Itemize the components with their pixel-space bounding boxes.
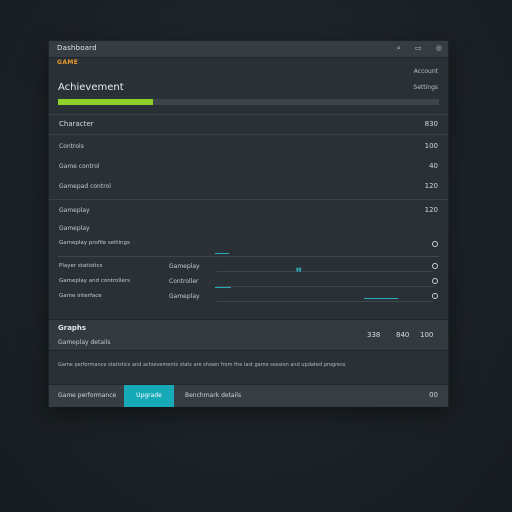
row-label-controls: Controls	[59, 143, 84, 150]
setting-mid-gameplay-2: Gameplay	[169, 293, 200, 300]
divider	[58, 256, 439, 257]
divider	[49, 114, 448, 115]
setting-label-game-interface: Game interface	[59, 293, 102, 299]
brand-label: GAME	[57, 59, 79, 66]
divider	[49, 199, 448, 200]
upgrade-button[interactable]: Upgrade	[124, 385, 174, 407]
slider-marker[interactable]: ▮▮	[296, 267, 302, 273]
window-title: Dashboard	[57, 44, 97, 52]
footnote-text: Game performance statistics and achievem…	[58, 362, 346, 368]
slider-fill	[215, 287, 231, 288]
progress-fill	[58, 99, 154, 105]
summary-bar: Graphs Gameplay details 338 840 100	[49, 319, 448, 351]
bottom-value: 00	[429, 391, 438, 399]
setting-label-gameplay-controllers: Gameplay and controllers	[59, 278, 130, 284]
settings-link[interactable]: Settings	[413, 84, 438, 91]
achievement-progress-bar	[58, 99, 439, 105]
group-profile-label: Gameplay profile settings	[59, 240, 130, 246]
row-label-game-control: Game control	[59, 163, 100, 170]
setting-mid-gameplay: Gameplay	[169, 263, 200, 270]
settings-icon[interactable]: ▭	[415, 44, 422, 52]
account-link[interactable]: Account	[414, 68, 438, 75]
summary-title: Graphs	[58, 324, 87, 332]
radio-player-statistics[interactable]	[432, 263, 438, 269]
slider-track[interactable]	[217, 271, 433, 272]
radio-game-interface[interactable]	[432, 293, 438, 299]
benchmark-details-link[interactable]: Benchmark details	[185, 392, 241, 399]
group-label: Gameplay	[59, 207, 90, 214]
radio-gameplay-controllers[interactable]	[432, 278, 438, 284]
summary-value-3: 100	[420, 331, 434, 339]
row-value-game-control: 40	[429, 162, 438, 170]
user-icon[interactable]: ◎	[436, 44, 442, 52]
setting-mid-controller: Controller	[169, 278, 199, 285]
section-label-character: Character	[59, 120, 94, 128]
radio-profile[interactable]	[432, 241, 438, 247]
performance-link[interactable]: Game performance	[58, 392, 116, 399]
summary-value-1: 338	[367, 331, 381, 339]
title-bar: Dashboard ⌕ ▭ ◎	[49, 41, 448, 58]
row-value-gamepad-control: 120	[424, 182, 438, 190]
summary-value-2: 840	[396, 331, 410, 339]
group-value: 120	[424, 206, 438, 214]
teal-accent-line	[215, 253, 229, 254]
slider-track[interactable]	[217, 301, 433, 302]
bottom-action-bar: Game performance Upgrade Benchmark detai…	[49, 384, 448, 407]
dashboard-window: Dashboard ⌕ ▭ ◎ GAME Account Settings Ac…	[49, 41, 448, 407]
search-icon[interactable]: ⌕	[397, 44, 401, 52]
divider	[49, 134, 448, 135]
slider-track[interactable]	[217, 286, 433, 287]
page-title: Achievement	[58, 82, 124, 93]
section-value-character: 830	[424, 120, 438, 128]
setting-label-player-statistics: Player statistics	[59, 263, 103, 269]
summary-subtitle: Gameplay details	[58, 339, 111, 346]
slider-fill	[364, 298, 398, 299]
group-sublabel: Gameplay	[59, 225, 90, 232]
row-label-gamepad-control: Gamepad control	[59, 183, 111, 190]
row-value-controls: 100	[424, 142, 438, 150]
